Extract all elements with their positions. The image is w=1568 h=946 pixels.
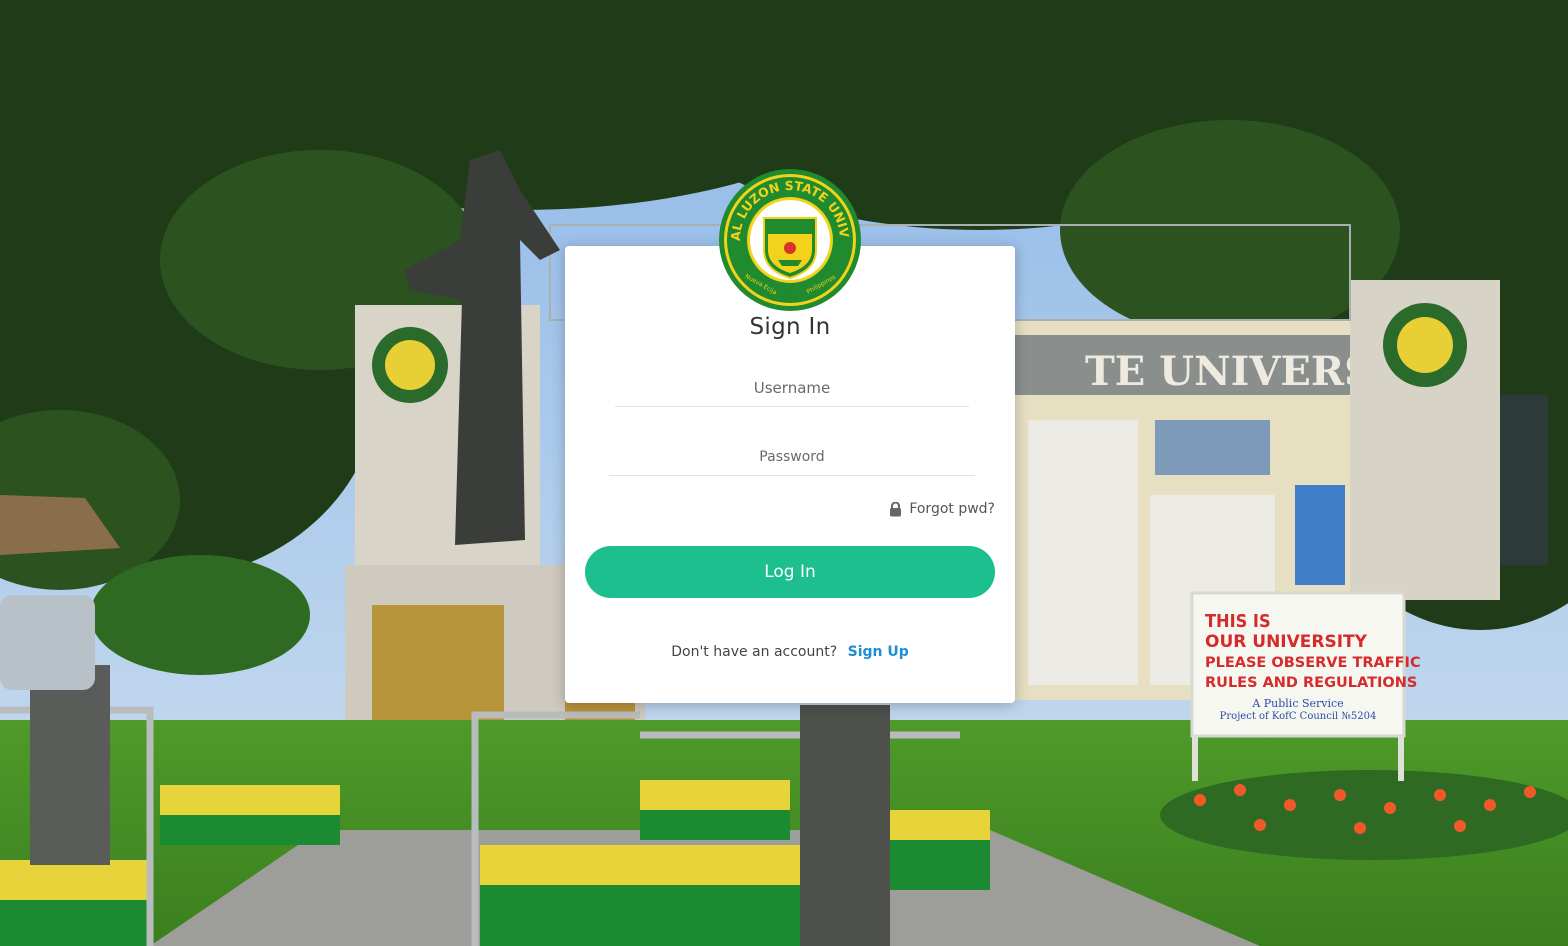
no-account-text: Don't have an account?: [671, 644, 838, 660]
sign-footer-1: A Public Service: [1251, 697, 1343, 710]
seal-year: 1907: [771, 286, 810, 302]
forgot-password-label: Forgot pwd?: [909, 501, 995, 517]
sign-line-2: OUR UNIVERSITY: [1205, 632, 1368, 652]
log-in-button[interactable]: Log In: [585, 546, 995, 598]
username-input[interactable]: [615, 370, 969, 407]
university-seal-logo: CENTRAL LUZON STATE UNIVERSITY 1907 Nuev…: [712, 156, 862, 312]
signup-prompt: Don't have an account? Sign Up: [565, 644, 1015, 660]
sign-footer-2: Project of KofC Council №5204: [1220, 711, 1377, 722]
login-card: Sign In Forgot pwd? Log In Don't have an…: [565, 246, 1015, 703]
sign-line-1: THIS IS: [1205, 611, 1271, 632]
lock-icon: [889, 501, 902, 517]
sign-line-3: PLEASE OBSERVE TRAFFIC: [1205, 655, 1421, 671]
sign-line-4: RULES AND REGULATIONS: [1205, 675, 1417, 691]
password-input[interactable]: [609, 439, 975, 476]
sign-in-title: Sign In: [749, 314, 831, 340]
forgot-password-link[interactable]: Forgot pwd?: [889, 501, 995, 517]
sign-up-link[interactable]: Sign Up: [848, 644, 909, 660]
